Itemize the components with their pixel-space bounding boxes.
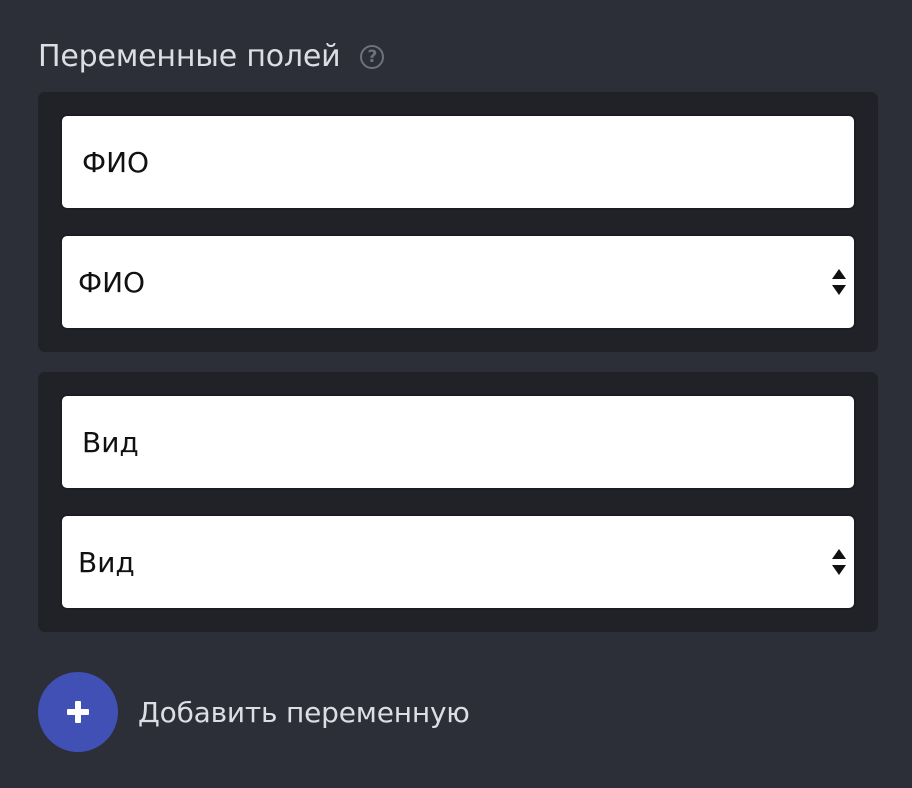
variable-group: ФИО ФИО: [38, 92, 878, 352]
variable-group: Вид Вид: [38, 372, 878, 632]
select-arrows-icon: [832, 549, 846, 575]
section-header: Переменные полей ?: [38, 36, 385, 78]
help-icon[interactable]: ?: [360, 45, 385, 69]
variable-name-input[interactable]: ФИО: [62, 116, 854, 208]
select-arrows-icon: [832, 269, 846, 295]
plus-icon[interactable]: [38, 672, 118, 752]
add-variable-label[interactable]: Добавить переменную: [138, 696, 470, 729]
variable-name-value: ФИО: [82, 145, 150, 179]
variable-name-value: Вид: [82, 425, 139, 459]
section-title: Переменные полей: [38, 39, 341, 74]
variable-field-select[interactable]: Вид: [62, 516, 854, 608]
add-variable-button[interactable]: Добавить переменную: [38, 672, 470, 752]
variable-field-selected: Вид: [78, 545, 135, 579]
variable-field-select[interactable]: ФИО: [62, 236, 854, 328]
variable-name-input[interactable]: Вид: [62, 396, 854, 488]
variable-field-selected: ФИО: [78, 265, 146, 299]
